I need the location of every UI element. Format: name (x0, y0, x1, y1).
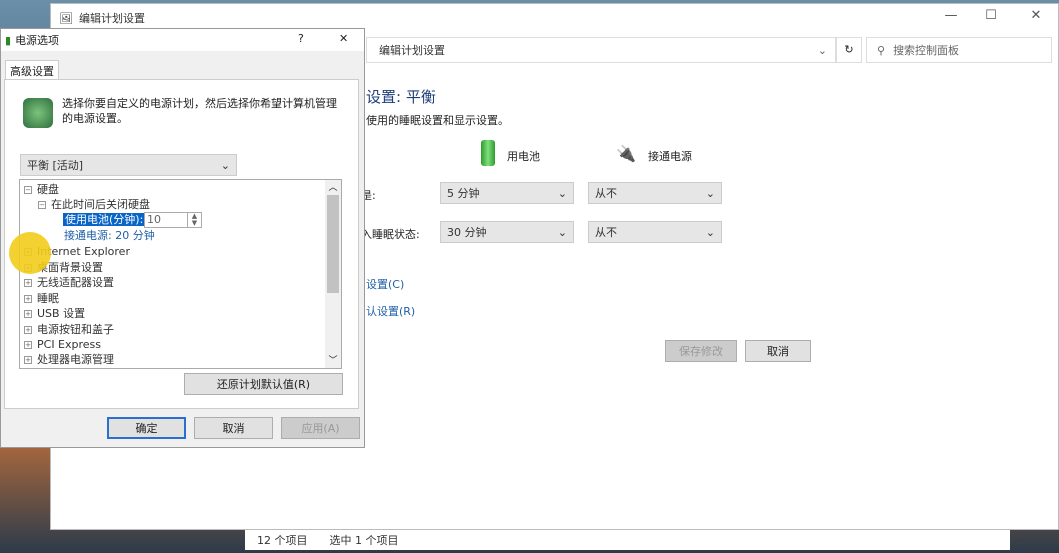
select-value: 30 分钟 (447, 226, 487, 239)
cancel-button[interactable]: 取消 (194, 417, 273, 439)
close-button[interactable]: ✕ (339, 32, 348, 45)
plugged-column-label: 接通电源 (648, 150, 692, 163)
change-advanced-settings-link[interactable]: 设置(C) (366, 276, 404, 292)
scroll-up-icon[interactable]: ︿ (325, 180, 341, 193)
search-placeholder: 搜索控制面板 (893, 44, 960, 57)
tree-label: USB 设置 (37, 307, 86, 320)
tree-label: 睡眠 (37, 292, 59, 305)
tree-item[interactable]: + 无线适配器设置 (24, 276, 114, 289)
address-bar[interactable]: 编辑计划设置 ⌄ (366, 37, 836, 63)
tree-label: 无线适配器设置 (37, 276, 114, 289)
chevron-down-icon[interactable]: ⌄ (818, 44, 827, 57)
dialog-title: 电源选项 (15, 34, 60, 47)
scroll-down-icon[interactable]: ﹀ (325, 353, 341, 366)
battery-icon (481, 140, 495, 166)
cancel-button[interactable]: 取消 (745, 340, 811, 362)
select-value: 从不 (595, 226, 617, 239)
select-value: 平衡 [活动] (27, 159, 84, 172)
window-icon: 🖼 (59, 11, 73, 25)
tree-item-hard-disk[interactable]: − 硬盘 (24, 183, 59, 196)
tree-label: 电源按钮和盖子 (37, 323, 114, 336)
page-title: 设置: 平衡 (366, 88, 436, 106)
selected-count: 选中 1 个项目 (329, 534, 399, 547)
chevron-down-icon: ⌄ (220, 158, 230, 172)
display-battery-select[interactable]: 5 分钟 ⌄ (440, 182, 574, 204)
address-text: 编辑计划设置 (379, 44, 445, 57)
plugged-setting[interactable]: 接通电源: 20 分钟 (64, 229, 155, 242)
restore-defaults-link[interactable]: 认设置(R) (366, 303, 415, 319)
scrollbar-thumb[interactable] (327, 195, 339, 293)
power-plan-icon (23, 98, 53, 128)
cursor-highlight (9, 232, 51, 274)
settings-tree[interactable]: − 硬盘 − 在此时间后关闭硬盘 使用电池(分钟): 10 ▲ ▼ 接通电源: 20 分… (19, 179, 342, 369)
tree-label: 硬盘 (37, 183, 59, 196)
tab-advanced-settings[interactable]: 高级设置 (5, 60, 59, 80)
battery-minutes-input[interactable]: 10 ▲ ▼ (144, 212, 202, 228)
page-subtitle: 使用的睡眠设置和显示设置。 (366, 114, 509, 127)
status-bar: 12 个项目 选中 1 个项目 (245, 530, 1010, 550)
close-button[interactable]: ✕ (1016, 8, 1056, 28)
tree-item[interactable]: + 电源按钮和盖子 (24, 323, 114, 336)
save-changes-button[interactable]: 保存修改 (665, 340, 737, 362)
select-value: 从不 (595, 187, 617, 200)
tree-item[interactable]: + USB 设置 (24, 307, 85, 320)
tree-item[interactable]: + 睡眠 (24, 292, 59, 305)
power-options-dialog: ▮ 电源选项 ? ✕ 高级设置 选择你要自定义的电源计划，然后选择你希望计算机管理… (0, 28, 365, 448)
plan-select[interactable]: 平衡 [活动] ⌄ (20, 154, 237, 176)
tree-label: PCI Express (37, 338, 102, 351)
refresh-icon[interactable]: ↻ (836, 37, 862, 63)
select-value: 5 分钟 (447, 187, 480, 200)
window-title: 编辑计划设置 (78, 12, 145, 25)
item-count: 12 个项目 (257, 534, 308, 547)
tree-scrollbar[interactable]: ︿ ﹀ (325, 180, 341, 368)
minimize-button[interactable]: — (931, 8, 971, 28)
tree-label: 在此时间后关闭硬盘 (51, 198, 150, 211)
display-plugged-select[interactable]: 从不 ⌄ (588, 182, 722, 204)
sleep-battery-select[interactable]: 30 分钟 ⌄ (440, 221, 574, 243)
battery-setting-label: 使用电池(分钟): (63, 213, 146, 226)
input-value: 10 (147, 213, 161, 226)
chevron-down-icon: ⌄ (705, 186, 715, 200)
spinner-icon[interactable]: ▲ ▼ (187, 213, 201, 227)
chevron-down-icon: ⌄ (557, 186, 567, 200)
ok-button[interactable]: 确定 (107, 417, 186, 439)
tree-label: 处理器电源管理 (37, 353, 114, 366)
tree-item[interactable]: + 处理器电源管理 (24, 353, 114, 366)
chevron-down-icon: ⌄ (557, 225, 567, 239)
apply-button[interactable]: 应用(A) (281, 417, 360, 439)
sleep-label: 入睡眠状态: (361, 228, 420, 241)
restore-plan-defaults-button[interactable]: 还原计划默认值(R) (184, 373, 343, 395)
help-button[interactable]: ? (298, 32, 304, 45)
tree-item-turn-off-disk[interactable]: − 在此时间后关闭硬盘 (38, 198, 150, 211)
sleep-plugged-select[interactable]: 从不 ⌄ (588, 221, 722, 243)
power-icon: ▮ (5, 33, 12, 47)
plug-icon: 🔌 (616, 144, 636, 163)
maximize-button[interactable]: ☐ (971, 8, 1011, 28)
dialog-title-bar: ▮ 电源选项 (1, 29, 364, 51)
search-input[interactable]: ⚲ 搜索控制面板 (866, 37, 1052, 63)
battery-column-label: 用电池 (507, 150, 540, 163)
dialog-description: 选择你要自定义的电源计划，然后选择你希望计算机管理的电源设置。 (62, 97, 337, 125)
search-icon: ⚲ (877, 43, 886, 57)
chevron-down-icon: ⌄ (705, 225, 715, 239)
tree-item[interactable]: + PCI Express (24, 338, 101, 351)
